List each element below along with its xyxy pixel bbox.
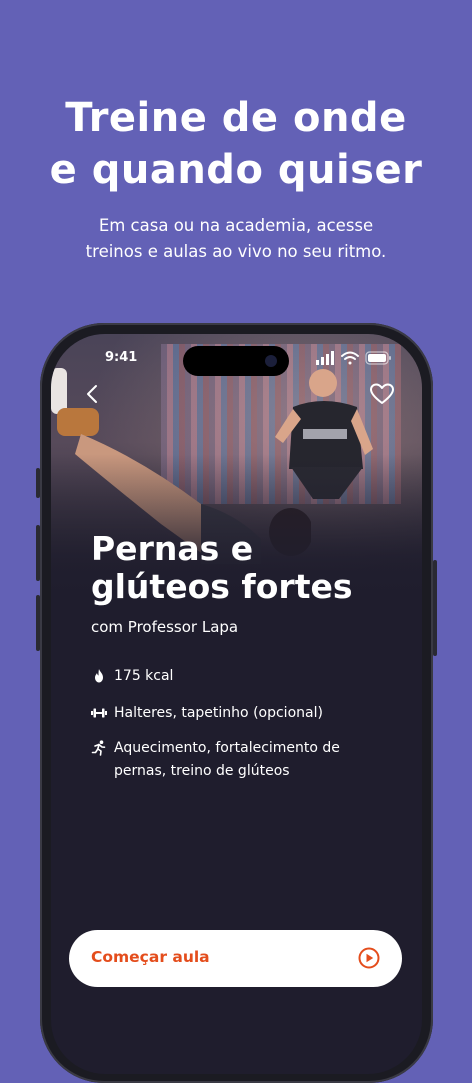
back-chevron-icon[interactable] [79,380,107,408]
phone-volume-up-button [36,525,40,581]
battery-icon [365,351,391,365]
headline-line-2: e quando quiser [49,147,423,193]
instructor-name: com Professor Lapa [91,618,239,636]
dumbbell-icon [91,708,107,718]
workout-title: Pernas e glúteos fortes [91,530,353,606]
status-time: 9:41 [105,350,138,365]
dynamic-island [183,346,289,376]
subheadline-line-1: Em casa ou na academia, acesse [98,216,374,235]
focus-text-line-2: pernas, treino de glúteos [114,763,290,779]
running-icon [91,740,106,756]
subheadline-line-2: treinos e aulas ao vivo no seu ritmo. [85,242,387,261]
camera-icon [265,355,277,367]
focus-text: Aquecimento, fortalecimento de pernas, t… [114,737,340,783]
phone-side-button [36,468,40,498]
signal-icon [316,351,334,365]
headline: Treine de onde e quando quiser [0,92,472,196]
play-circle-icon [358,947,380,969]
favorite-heart-icon[interactable] [368,380,396,408]
start-class-label: Começar aula [91,948,210,966]
subheadline: Em casa ou na academia, acesse treinos e… [0,213,472,265]
status-icons [316,351,391,365]
wifi-icon [341,351,359,365]
equipment-text: Halteres, tapetinho (opcional) [114,705,323,721]
headline-line-1: Treine de onde [65,95,407,141]
phone-screen: 9:41 Pernas e glúteos fortes com Profess… [51,334,422,1074]
workout-title-line-2: glúteos fortes [91,567,353,606]
phone-volume-down-button [36,595,40,651]
phone-power-button [433,560,437,656]
focus-text-line-1: Aquecimento, fortalecimento de [114,740,340,756]
start-class-button[interactable]: Começar aula [69,930,402,987]
workout-title-line-1: Pernas e [91,529,254,568]
flame-icon [95,669,103,683]
calories-text: 175 kcal [114,668,174,684]
